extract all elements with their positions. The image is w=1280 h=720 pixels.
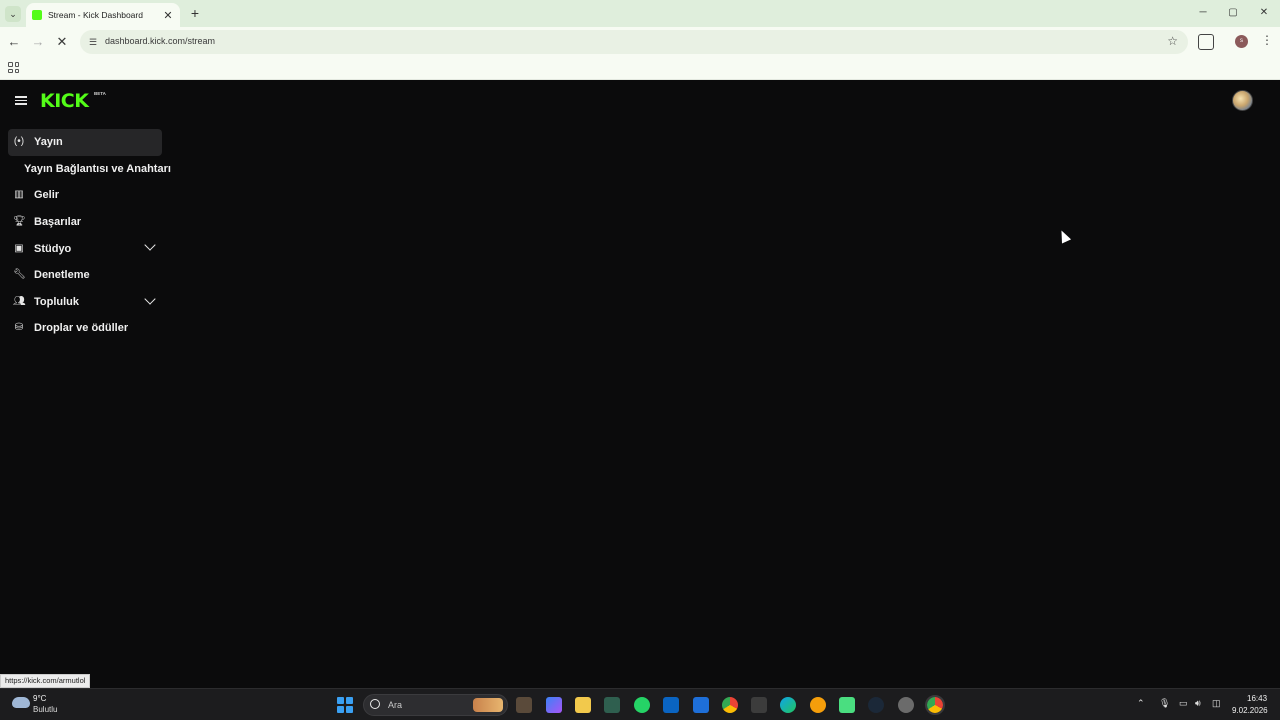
sidebar-item-basarilar[interactable]: 🏆︎ Başarılar: [8, 209, 170, 236]
windows-start-icon[interactable]: [337, 697, 353, 713]
steam-icon[interactable]: [868, 697, 884, 713]
sidebar-item-label: Gelir: [34, 189, 60, 202]
forward-arrow-icon[interactable]: →: [30, 34, 46, 50]
studio-icon: ▣: [14, 242, 24, 254]
file-explorer-icon[interactable]: [575, 697, 591, 713]
close-window-button[interactable]: ✕: [1249, 4, 1279, 22]
app-icon-6[interactable]: [663, 697, 679, 713]
whatsapp-icon[interactable]: [634, 697, 650, 713]
tab-title: Stream - Kick Dashboard: [48, 10, 143, 20]
app-icon-14[interactable]: [898, 697, 914, 713]
volume-icon[interactable]: 🔊︎: [1195, 698, 1201, 709]
sidebar-item-droplar[interactable]: ⛁ Droplar ve ödüller: [8, 315, 170, 342]
profile-avatar[interactable]: s: [1235, 35, 1248, 48]
copilot-icon[interactable]: [546, 697, 562, 713]
trophy-icon: 🏆︎: [13, 216, 26, 228]
notification-icon[interactable]: ◫: [1212, 698, 1221, 709]
chrome-active-icon[interactable]: [925, 695, 945, 715]
new-tab-button[interactable]: +: [188, 5, 202, 21]
stop-loading-icon[interactable]: ✕: [54, 34, 70, 50]
clock-time[interactable]: 16:43: [1247, 694, 1267, 703]
bookmark-star-icon[interactable]: ☆: [1167, 34, 1178, 48]
sidebar-item-stream-key[interactable]: Yayın Bağlantısı ve Anahtarı: [8, 156, 171, 183]
sidebar-item-gelir[interactable]: ▥ Gelir: [8, 182, 170, 209]
sidebar-item-label: Yayın: [34, 136, 63, 149]
sidebar-item-topluluk[interactable]: 👥︎ Topluluk: [8, 289, 170, 316]
sidebar-item-yayin[interactable]: (•) Yayın: [8, 129, 162, 156]
sidebar-item-label: Topluluk: [34, 295, 80, 308]
microphone-icon[interactable]: 🎙︎: [1159, 698, 1170, 709]
chrome-icon[interactable]: [722, 697, 738, 713]
search-highlight-image: [473, 698, 503, 712]
beta-badge: BETA: [94, 91, 106, 96]
edge-icon[interactable]: [780, 697, 796, 713]
weather-description[interactable]: Bulutlu: [33, 705, 57, 714]
back-arrow-icon[interactable]: ←: [6, 34, 22, 50]
broadcast-icon: (•): [13, 136, 25, 148]
sidebar-item-label: Yayın Bağlantısı ve Anahtarı: [24, 162, 171, 175]
store-icon[interactable]: [751, 697, 767, 713]
browser-tab[interactable]: Stream - Kick Dashboard ✕: [26, 3, 180, 27]
show-hidden-icons-icon[interactable]: ⌃: [1137, 698, 1145, 709]
link-status-bubble: https://kick.com/armutlol: [0, 674, 91, 688]
minimize-button[interactable]: ─: [1188, 4, 1218, 22]
bookmarks-bar: [0, 57, 1280, 80]
tab-search-chevron-icon[interactable]: ⌄: [5, 6, 21, 22]
browser-tab-strip: ⌄ Stream - Kick Dashboard ✕ + ─ ▢ ✕: [0, 0, 1280, 27]
app-icon-12[interactable]: [839, 697, 855, 713]
chevron-down-icon[interactable]: [144, 292, 156, 305]
kick-dashboard-page: KICK BETA (•) Yayın Yayın Bağlantısı ve …: [0, 81, 1280, 688]
sidebar-item-denetleme[interactable]: 🔧︎ Denetleme: [8, 262, 170, 289]
app-icon-1[interactable]: [516, 697, 532, 713]
app-icon-11[interactable]: [810, 697, 826, 713]
kick-favicon-icon: [32, 10, 42, 20]
chart-icon: ▥: [14, 189, 24, 201]
sidebar-item-label: Droplar ve ödüller: [34, 322, 129, 335]
clock-date[interactable]: 9.02.2026: [1232, 706, 1268, 715]
url-text[interactable]: dashboard.kick.com/stream: [105, 36, 215, 46]
chevron-down-icon[interactable]: [144, 239, 156, 252]
sidebar-item-studyo[interactable]: ▣ Stüdyo: [8, 235, 170, 262]
hamburger-menu-icon[interactable]: [15, 96, 27, 105]
sidebar-item-label: Stüdyo: [34, 242, 72, 255]
cloud-icon[interactable]: [12, 697, 30, 708]
taskbar-search-box[interactable]: Ara: [363, 694, 508, 716]
browser-menu-icon[interactable]: ⋮: [1261, 33, 1273, 47]
kick-logo[interactable]: KICK: [40, 90, 89, 112]
sidebar-item-label: Başarılar: [34, 216, 82, 229]
extensions-puzzle-icon[interactable]: [1198, 34, 1214, 50]
address-bar[interactable]: ☰ dashboard.kick.com/stream ☆: [80, 30, 1188, 54]
community-icon: 👥︎: [13, 295, 26, 307]
weather-temperature[interactable]: 9°C: [33, 694, 46, 703]
dashboard-sidebar: (•) Yayın Yayın Bağlantısı ve Anahtarı ▥…: [8, 129, 171, 342]
user-avatar[interactable]: [1232, 90, 1253, 111]
wrench-icon: 🔧︎: [13, 269, 26, 281]
search-placeholder: Ara: [388, 700, 403, 710]
apps-grid-icon[interactable]: [8, 62, 19, 73]
tab-close-icon[interactable]: ✕: [162, 9, 174, 22]
app-icon-4[interactable]: [604, 697, 620, 713]
maximize-button[interactable]: ▢: [1218, 4, 1248, 22]
drops-icon: ⛁: [14, 322, 24, 334]
browser-toolbar: ← → ✕ ☰ dashboard.kick.com/stream ☆: [0, 27, 1280, 57]
windows-taskbar: 9°C Bulutlu Ara ⌃ 🎙︎ ▭ 🔊︎ ◫ 16:43 9.02.2…: [0, 688, 1280, 720]
site-info-icon[interactable]: ☰: [86, 35, 100, 49]
search-icon: [370, 699, 380, 709]
network-icon[interactable]: ▭: [1179, 698, 1188, 709]
outlook-icon[interactable]: [693, 697, 709, 713]
sidebar-item-label: Denetleme: [34, 269, 90, 282]
